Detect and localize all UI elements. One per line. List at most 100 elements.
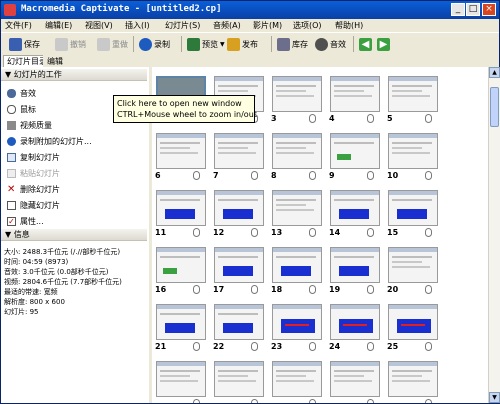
close-button[interactable]: × — [482, 3, 496, 16]
slide-thumbnail[interactable]: 14 — [327, 187, 385, 240]
slide-thumbnail[interactable]: 24 — [327, 301, 385, 354]
task-properties[interactable]: ✓ 属性... — [7, 215, 44, 227]
task-paste-slide[interactable]: 粘贴幻灯片 — [7, 167, 60, 179]
slide-thumbnail[interactable] — [269, 358, 327, 403]
slide-thumbnail[interactable]: 15 — [385, 187, 443, 240]
preview-titlebar — [273, 191, 321, 195]
menu-view[interactable]: 视图(V) — [85, 20, 113, 31]
slide-thumbnail[interactable]: 9 — [327, 130, 385, 183]
task-audio[interactable]: 音效 — [7, 87, 36, 99]
menu-movie[interactable]: 影片(M) — [253, 20, 282, 31]
task-copy-slide[interactable]: 复制幻灯片 — [7, 151, 60, 163]
task-delete-slide[interactable]: ✕ 删除幻灯片 — [7, 183, 60, 195]
slide-thumbnail[interactable]: 16 — [153, 244, 211, 297]
slide-thumbnail[interactable]: 4 — [327, 73, 385, 126]
preview-titlebar — [157, 191, 205, 195]
publish-button[interactable]: 发布 — [227, 36, 258, 52]
undo-button[interactable]: 撤销 — [55, 36, 86, 52]
save-disk-icon — [9, 37, 22, 51]
preview-line — [276, 95, 314, 97]
mouse-icon — [251, 285, 258, 294]
library-button[interactable]: 库存 — [277, 36, 308, 52]
slide-thumbnail[interactable]: 3 — [269, 73, 327, 126]
slide-thumbnail[interactable]: 11 — [153, 187, 211, 240]
preview-titlebar — [215, 248, 263, 252]
menu-audio[interactable]: 音频(A) — [213, 20, 241, 31]
info-header[interactable]: ▼ 信息 — [1, 229, 147, 241]
scroll-up-icon[interactable]: ▲ — [489, 67, 500, 78]
save-button[interactable]: 保存 — [9, 36, 40, 52]
toolbar-separator — [181, 36, 182, 52]
slide-preview-image — [388, 133, 438, 169]
slide-thumbnail[interactable]: 8 — [269, 130, 327, 183]
preview-line — [276, 85, 316, 87]
task-label: 属性... — [20, 216, 44, 226]
slide-thumbnail[interactable]: 10 — [385, 130, 443, 183]
menu-edit[interactable]: 编辑(E) — [45, 20, 72, 31]
preview-titlebar — [273, 305, 321, 309]
slide-thumbnail[interactable] — [153, 358, 211, 403]
menu-slide[interactable]: 幻灯片(S) — [165, 20, 200, 31]
preview-line — [392, 261, 422, 263]
task-mouse[interactable]: 鼠标 — [7, 103, 36, 115]
slide-preview-image — [156, 133, 206, 169]
slide-thumbnail[interactable]: 19 — [327, 244, 385, 297]
preview-green-box — [337, 154, 351, 160]
maximize-button[interactable]: □ — [466, 3, 480, 16]
menu-insert[interactable]: 插入(I) — [125, 20, 150, 31]
next-slide-button[interactable]: ▶ — [377, 36, 392, 52]
slide-thumbnail[interactable]: 6 — [153, 130, 211, 183]
slide-thumbnail[interactable]: 18 — [269, 244, 327, 297]
scroll-thumb[interactable] — [490, 87, 499, 127]
slide-thumbnail[interactable]: 20 — [385, 244, 443, 297]
slide-thumbnail[interactable] — [385, 358, 443, 403]
redo-button[interactable]: 重做 — [97, 36, 128, 52]
minimize-button[interactable]: _ — [451, 3, 465, 16]
preview-line — [160, 256, 200, 258]
preview-line — [392, 375, 422, 377]
menu-file[interactable]: 文件(F) — [5, 20, 32, 31]
slide-thumbnail[interactable] — [327, 358, 385, 403]
slide-thumbnail[interactable] — [211, 358, 269, 403]
task-video-quality[interactable]: 视频质量 — [7, 119, 52, 131]
menu-options[interactable]: 选项(O) — [293, 20, 322, 31]
mouse-icon — [251, 399, 258, 403]
audio-button[interactable]: 音效 — [315, 36, 346, 52]
mouse-icon — [193, 399, 200, 403]
slide-thumbnail[interactable]: 17 — [211, 244, 269, 297]
tasks-header[interactable]: ▼ 幻灯片的工作 — [1, 69, 147, 81]
preview-button[interactable]: 预览 ▼ — [187, 36, 225, 52]
slide-thumbnail[interactable]: 12 — [211, 187, 269, 240]
slide-thumbnail[interactable]: 21 — [153, 301, 211, 354]
slide-thumbnail[interactable]: 25 — [385, 301, 443, 354]
preview-line — [392, 95, 430, 97]
arrow-right-icon: ▶ — [377, 37, 390, 51]
record-icon — [7, 136, 16, 146]
info-bandwidth: 最适的带速: 宽频 — [4, 288, 58, 296]
slide-preview-image — [388, 76, 438, 112]
slide-thumbnail[interactable]: 7 — [211, 130, 269, 183]
preview-red-text — [401, 324, 425, 326]
slide-thumbnail[interactable]: 13 — [269, 187, 327, 240]
slide-number: 4 — [329, 114, 335, 123]
tasks-header-label: 幻灯片的工作 — [13, 70, 62, 79]
record-button[interactable]: 录制 — [139, 36, 170, 52]
task-label: 鼠标 — [20, 104, 36, 114]
slide-number: 6 — [155, 171, 161, 180]
slide-thumbnail[interactable]: 5 — [385, 73, 443, 126]
preview-titlebar — [331, 248, 379, 252]
previous-slide-button[interactable]: ◀ — [359, 36, 374, 52]
paste-icon — [7, 168, 16, 178]
task-record-additional[interactable]: 录制附加的幻灯片... — [7, 135, 92, 147]
tooltip-line-1: Click here to open new window — [117, 99, 242, 108]
undo-label: 撤销 — [70, 39, 86, 49]
preview-blue-banner — [223, 266, 253, 276]
preview-dropdown-icon[interactable]: ▼ — [220, 41, 225, 48]
menu-help[interactable]: 帮助(H) — [335, 20, 363, 31]
vertical-scrollbar[interactable]: ▲ ▼ — [488, 67, 500, 403]
slide-thumbnail[interactable]: 22 — [211, 301, 269, 354]
task-hide-slide[interactable]: 隐藏幻灯片 — [7, 199, 60, 211]
preview-line — [160, 375, 190, 377]
slide-thumbnail[interactable]: 23 — [269, 301, 327, 354]
scroll-down-icon[interactable]: ▼ — [489, 392, 500, 403]
